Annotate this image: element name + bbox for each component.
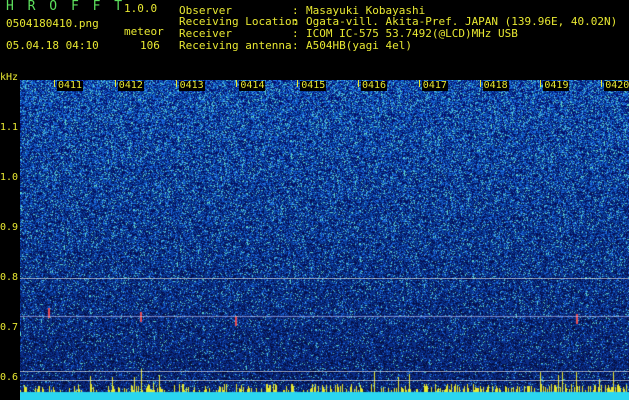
y-tick-label: 0.6 (0, 372, 19, 383)
x-tick-mark (358, 80, 359, 87)
x-tick-label: 0411 (57, 80, 84, 91)
x-tick-mark (236, 80, 238, 87)
spectrogram-canvas (20, 80, 629, 400)
y-tick-label: 1.1 (0, 122, 19, 133)
x-tick-mark (540, 80, 542, 87)
filename-label: 0504180410.png (6, 17, 99, 30)
y-tick-label: 1.0 (0, 172, 19, 183)
meta-antenna-label: Receiving antenna (179, 39, 292, 52)
meta-antenna-sep: : (292, 39, 299, 52)
reference-line (20, 278, 629, 279)
x-tick-label: 0414 (239, 80, 266, 91)
app-title: H R O F F T (6, 0, 126, 14)
y-tick-label: 0.8 (0, 272, 19, 283)
version-label: 1.0.0 (124, 2, 158, 15)
x-tick-label: 0415 (300, 80, 327, 91)
x-tick-label: 0416 (361, 80, 388, 91)
x-tick-mark (114, 80, 116, 87)
x-tick-label: 0420 (604, 80, 629, 91)
y-axis-unit: kHz (0, 72, 19, 83)
x-tick-mark (297, 80, 299, 87)
count-label: 106 (140, 39, 160, 52)
x-tick-mark (479, 80, 481, 87)
x-tick-mark (418, 80, 420, 87)
y-tick-label: 0.7 (0, 322, 19, 333)
x-tick-mark (601, 80, 603, 87)
x-tick-label: 0417 (421, 80, 448, 91)
datetime-label: 05.04.18 04:10 (6, 39, 99, 52)
x-tick-label: 0412 (117, 80, 144, 91)
reference-line (20, 371, 629, 372)
x-tick-label: 0419 (543, 80, 570, 91)
reference-line (20, 380, 629, 381)
y-tick-label: 0.9 (0, 222, 19, 233)
meta-antenna-value: A504HB(yagi 4el) (306, 39, 412, 52)
x-tick-mark (54, 80, 55, 87)
x-tick-label: 0413 (178, 80, 205, 91)
x-tick-label: 0418 (482, 80, 509, 91)
detector-label: meteor (124, 25, 164, 38)
x-tick-mark (175, 80, 177, 87)
spectrogram (20, 80, 629, 400)
